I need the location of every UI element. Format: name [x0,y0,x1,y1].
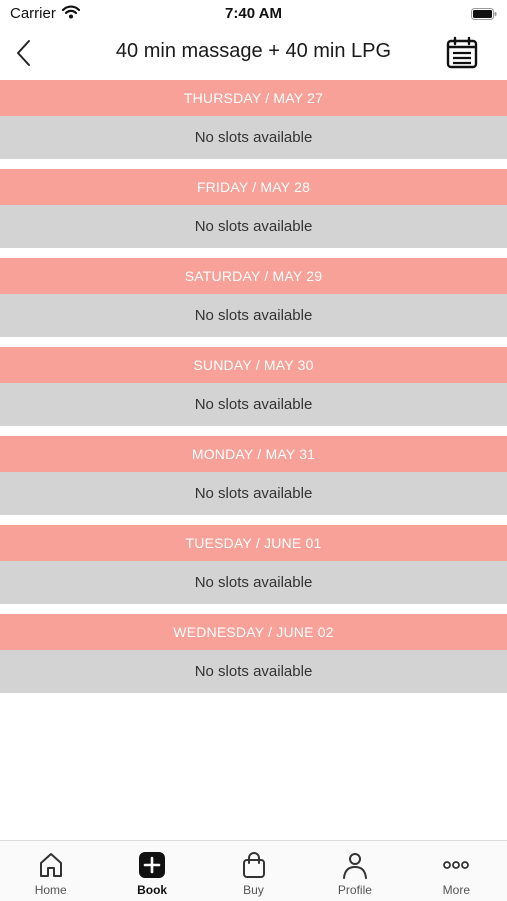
day-section: THURSDAY / MAY 27 No slots available [0,80,507,159]
tab-label: Buy [243,883,264,897]
tab-more[interactable]: More [406,841,507,901]
calendar-icon [446,36,478,69]
chevron-left-icon [17,40,30,66]
day-section: TUESDAY / JUNE 01 No slots available [0,525,507,604]
tab-buy[interactable]: Buy [203,841,304,901]
slot-status: No slots available [0,472,507,515]
tab-bar: Home Book Buy Profile More [0,840,507,901]
day-header: WEDNESDAY / JUNE 02 [0,614,507,650]
tab-profile[interactable]: Profile [304,841,405,901]
day-section: MONDAY / MAY 31 No slots available [0,436,507,515]
slot-status: No slots available [0,205,507,248]
status-bar: Carrier 7:40 AM [0,0,507,28]
day-list: THURSDAY / MAY 27 No slots available FRI… [0,80,507,703]
day-section: WEDNESDAY / JUNE 02 No slots available [0,614,507,693]
slot-status: No slots available [0,383,507,426]
calendar-button[interactable] [445,36,479,70]
more-dots-icon [441,850,471,880]
day-header: MONDAY / MAY 31 [0,436,507,472]
battery-icon [471,7,497,20]
plus-square-icon [137,850,167,880]
tab-label: More [442,883,470,897]
day-header: THURSDAY / MAY 27 [0,80,507,116]
slot-status: No slots available [0,294,507,337]
page-title: 40 min massage + 40 min LPG [115,40,392,62]
day-header: SUNDAY / MAY 30 [0,347,507,383]
day-section: FRIDAY / MAY 28 No slots available [0,169,507,248]
tab-label: Book [137,883,168,897]
day-header: FRIDAY / MAY 28 [0,169,507,205]
slot-status: No slots available [0,650,507,693]
slot-status: No slots available [0,561,507,604]
slot-status: No slots available [0,116,507,159]
day-section: SATURDAY / MAY 29 No slots available [0,258,507,337]
shopping-bag-icon [239,850,269,880]
back-button[interactable] [10,36,36,70]
day-header: SATURDAY / MAY 29 [0,258,507,294]
day-header: TUESDAY / JUNE 01 [0,525,507,561]
person-icon [340,850,370,880]
day-section: SUNDAY / MAY 30 No slots available [0,347,507,426]
tab-home[interactable]: Home [0,841,101,901]
tab-label: Home [34,883,67,897]
tab-label: Profile [337,883,372,897]
home-icon [36,850,66,880]
tab-book[interactable]: Book [101,841,202,901]
nav-bar: 40 min massage + 40 min LPG [0,28,507,78]
status-time: 7:40 AM [225,5,282,22]
